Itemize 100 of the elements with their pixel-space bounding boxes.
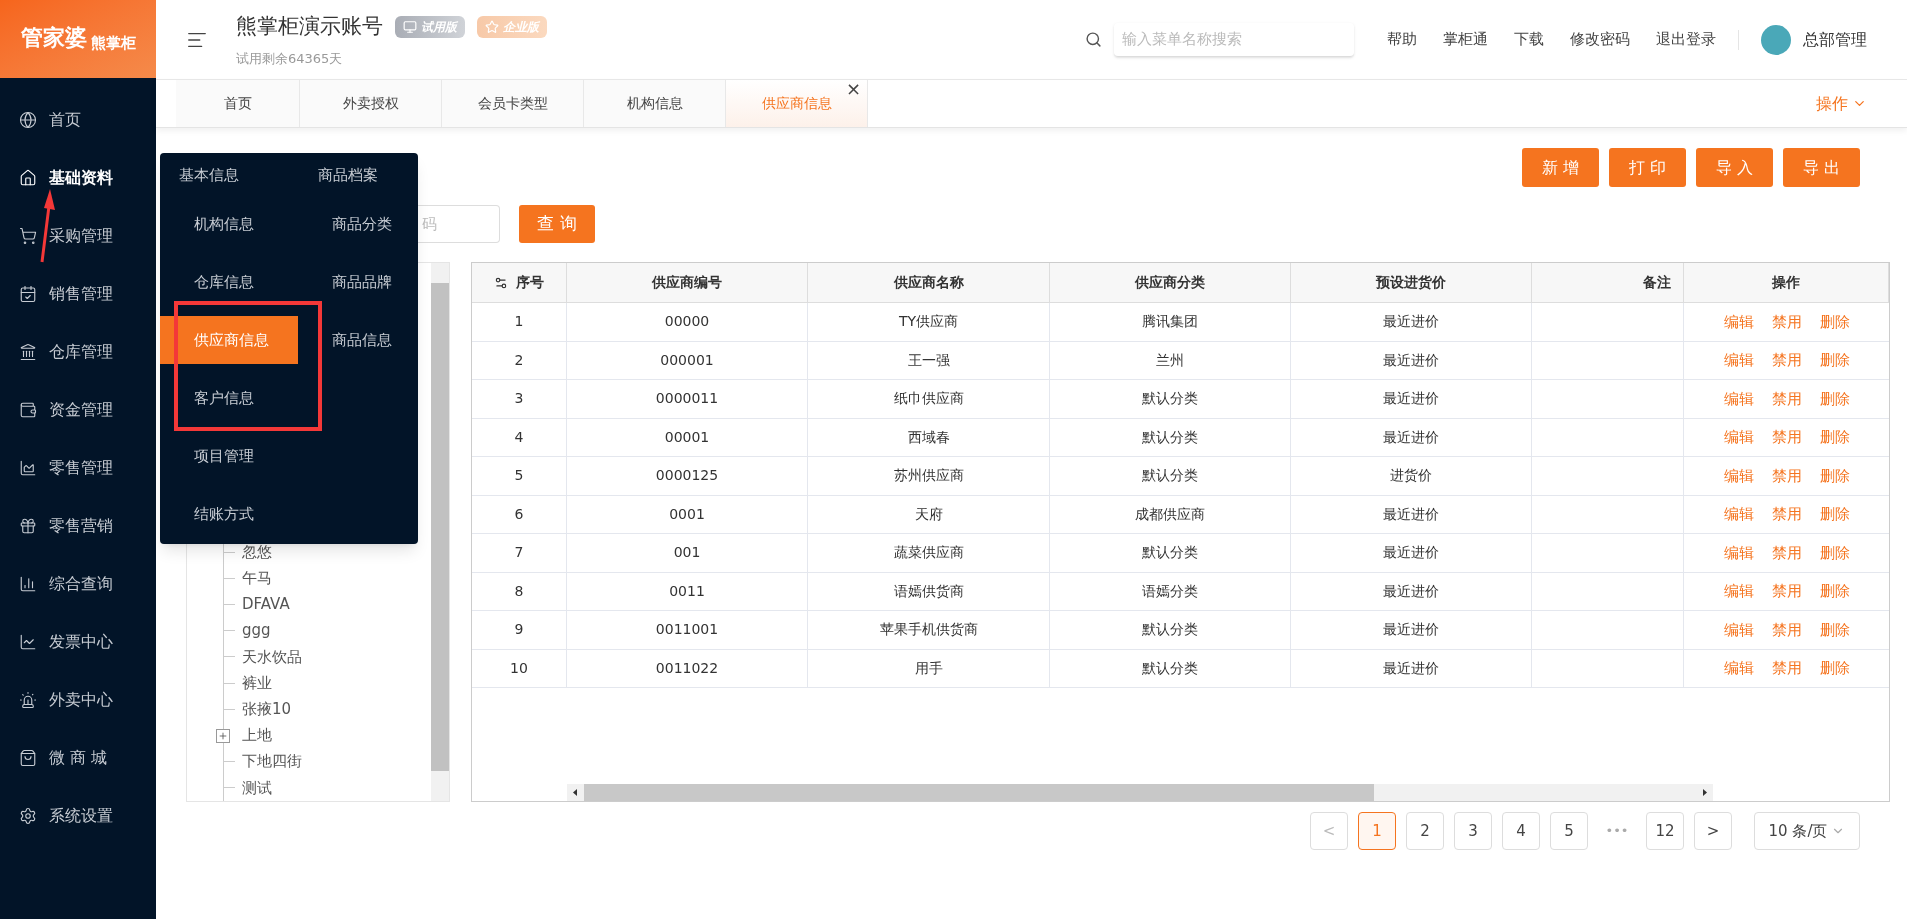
- column-header: 供应商名称: [808, 263, 1050, 302]
- gift-icon: [19, 517, 37, 535]
- tree-item[interactable]: 裤业: [242, 671, 272, 695]
- table-cell: 最近进价: [1291, 418, 1532, 456]
- header-link[interactable]: 掌柜通: [1443, 28, 1488, 51]
- table-cell: 苹果手机供货商: [808, 611, 1050, 649]
- tree-item[interactable]: 天水饮品: [242, 645, 302, 669]
- page-tab[interactable]: 会员卡类型: [442, 80, 584, 127]
- sidebar-item[interactable]: 采购管理: [0, 207, 156, 265]
- tree-item[interactable]: 忽悠: [242, 540, 272, 564]
- filter-field[interactable]: 码: [418, 205, 500, 243]
- sidebar-item[interactable]: 资金管理: [0, 381, 156, 439]
- sidebar-item[interactable]: 基础资料: [0, 149, 156, 207]
- sidebar-item[interactable]: 首页: [0, 91, 156, 149]
- cart-icon: [19, 227, 37, 245]
- table-cell: 进货价: [1291, 457, 1532, 495]
- line-chart-icon: [19, 633, 37, 651]
- table-cell: 0011001: [567, 611, 808, 649]
- table-cell: 0001: [567, 495, 808, 533]
- bag-icon: [19, 749, 37, 767]
- tree-item[interactable]: 午马: [242, 567, 272, 590]
- page-tab[interactable]: 机构信息: [584, 80, 726, 127]
- header-link[interactable]: 退出登录: [1656, 28, 1716, 51]
- table-cell: 默认分类: [1050, 649, 1291, 687]
- area-chart-icon: [19, 459, 37, 477]
- sidebar-item[interactable]: 销售管理: [0, 265, 156, 323]
- header-link[interactable]: 帮助: [1387, 28, 1417, 51]
- house-icon: [19, 169, 37, 187]
- edition-badge: 企业版: [477, 15, 547, 38]
- page-button[interactable]: 4: [1502, 812, 1540, 850]
- page-tab[interactable]: 外卖授权: [300, 80, 442, 127]
- page-tab[interactable]: 首页: [176, 80, 300, 127]
- menu-item[interactable]: 商品分类: [298, 200, 418, 248]
- table-cell: 6: [472, 495, 567, 533]
- table-cell: 最近进价: [1291, 495, 1532, 533]
- menu-item[interactable]: 仓库信息: [160, 258, 298, 306]
- scrollbar-thumb[interactable]: [584, 784, 1374, 801]
- sidebar-item[interactable]: 发票中心: [0, 613, 156, 671]
- page-button[interactable]: 12: [1646, 812, 1684, 850]
- table-cell: TY供应商: [808, 303, 1050, 341]
- table-cell: 最近进价: [1291, 303, 1532, 341]
- star-icon: [485, 19, 499, 34]
- sidebar-item[interactable]: 仓库管理: [0, 323, 156, 381]
- table-cell: 7: [472, 534, 567, 572]
- table-cell: 纸巾供应商: [808, 380, 1050, 418]
- table-cell: 最近进价: [1291, 534, 1532, 572]
- expand-box-icon[interactable]: [216, 728, 230, 743]
- table-cell: 语嫣供货商: [808, 572, 1050, 610]
- tree-item[interactable]: DFAVA: [242, 593, 290, 616]
- table-cell: 9: [472, 611, 567, 649]
- column-header: 序号: [472, 263, 567, 302]
- sidebar-item[interactable]: 零售管理: [0, 439, 156, 497]
- tree-item[interactable]: 测试: [242, 776, 272, 800]
- table-cell: 0000125: [567, 457, 808, 495]
- table-cell: 默认分类: [1050, 418, 1291, 456]
- page-button[interactable]: 2: [1406, 812, 1444, 850]
- menu-search-field[interactable]: 输入菜单名称搜索: [1114, 22, 1354, 57]
- menu-item[interactable]: 机构信息: [160, 200, 298, 248]
- table-cell: 00001: [567, 418, 808, 456]
- avatar[interactable]: [1761, 24, 1791, 55]
- search-icon[interactable]: [1085, 31, 1102, 48]
- sidebar-item[interactable]: 微 商 城: [0, 729, 156, 787]
- header-link[interactable]: 下载: [1514, 28, 1544, 51]
- table-cell: 000001: [567, 341, 808, 379]
- menu-group-title: 商品档案: [317, 164, 379, 186]
- table-cell: 最近进价: [1291, 341, 1532, 379]
- table-cell: 8: [472, 572, 567, 610]
- tree-item[interactable]: 上地: [242, 724, 272, 747]
- sidebar-item[interactable]: 零售营销: [0, 497, 156, 555]
- page-button[interactable]: 3: [1454, 812, 1492, 850]
- menu-group-title: 基本信息: [178, 164, 240, 186]
- column-header: 备注: [1532, 263, 1684, 302]
- siren-icon: [19, 691, 37, 709]
- header-link[interactable]: 修改密码: [1570, 28, 1630, 51]
- tree-item[interactable]: 张掖10: [242, 698, 292, 721]
- trial-days: 试用剩余64365天: [236, 48, 547, 68]
- close-tab-button[interactable]: ×: [845, 80, 861, 98]
- menu-item[interactable]: 结账方式: [160, 490, 298, 538]
- page-size-select[interactable]: 10 条/页: [1754, 812, 1860, 850]
- table-cell: 默认分类: [1050, 380, 1291, 418]
- table-cell: 2: [472, 341, 567, 379]
- menu-item[interactable]: 客户信息: [160, 374, 298, 422]
- tree-item[interactable]: 下地四街: [242, 750, 302, 773]
- page-button[interactable]: 5: [1550, 812, 1588, 850]
- menu-item[interactable]: 商品信息: [298, 316, 418, 364]
- menu-item[interactable]: 项目管理: [160, 432, 298, 480]
- page-tab[interactable]: 供应商信息 ×: [726, 80, 868, 127]
- sidebar-item[interactable]: 综合查询: [0, 555, 156, 613]
- table-cell: 兰州: [1050, 341, 1291, 379]
- table-cell: 最近进价: [1291, 380, 1532, 418]
- next-page-button[interactable]: >: [1694, 812, 1732, 850]
- column-header: 操作: [1684, 263, 1889, 302]
- sidebar-item[interactable]: 外卖中心: [0, 671, 156, 729]
- tree-item[interactable]: ggg: [242, 619, 271, 642]
- user-name[interactable]: 总部管理: [1803, 27, 1867, 52]
- table-cell: 最近进价: [1291, 572, 1532, 610]
- table-cell: 苏州供应商: [808, 457, 1050, 495]
- table-cell: 默认分类: [1050, 611, 1291, 649]
- sidebar-item[interactable]: 系统设置: [0, 787, 156, 845]
- menu-item[interactable]: 商品品牌: [298, 258, 418, 306]
